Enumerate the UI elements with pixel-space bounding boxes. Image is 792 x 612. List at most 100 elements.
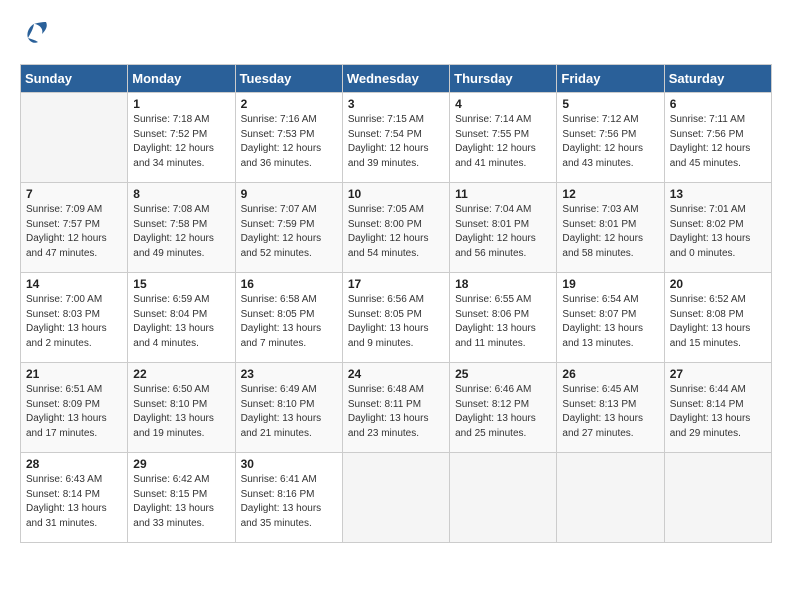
day-info: Sunrise: 6:42 AM Sunset: 8:15 PM Dayligh… xyxy=(133,473,229,531)
calendar-cell xyxy=(342,453,449,543)
calendar-cell: 14 Sunrise: 7:00 AM Sunset: 8:03 PM Dayli… xyxy=(21,273,128,363)
day-number: 16 xyxy=(241,277,337,291)
day-info: Sunrise: 6:44 AM Sunset: 8:14 PM Dayligh… xyxy=(670,383,766,441)
day-number: 22 xyxy=(133,367,229,381)
day-info: Sunrise: 6:52 AM Sunset: 8:08 PM Dayligh… xyxy=(670,293,766,351)
day-number: 12 xyxy=(562,187,658,201)
page-header xyxy=(20,20,772,48)
day-number: 28 xyxy=(26,457,122,471)
day-number: 19 xyxy=(562,277,658,291)
calendar-cell: 26Sunrise: 6:45 AM Sunset: 8:13 PM Dayli… xyxy=(557,363,664,453)
day-number: 21 xyxy=(26,367,122,381)
day-number: 6 xyxy=(670,97,766,111)
day-info: Sunrise: 6:49 AM Sunset: 8:10 PM Dayligh… xyxy=(241,383,337,441)
day-number: 10 xyxy=(348,187,444,201)
calendar-cell: 10 Sunrise: 7:05 AM Sunset: 8:00 PM Dayli… xyxy=(342,183,449,273)
calendar-cell: 12 Sunrise: 7:03 AM Sunset: 8:01 PM Dayli… xyxy=(557,183,664,273)
day-info: Sunrise: 7:14 AM Sunset: 7:55 PM Dayligh… xyxy=(455,113,551,171)
calendar-cell: 7 Sunrise: 7:09 AM Sunset: 7:57 PM Daylig… xyxy=(21,183,128,273)
day-number: 29 xyxy=(133,457,229,471)
day-number: 11 xyxy=(455,187,551,201)
day-number: 4 xyxy=(455,97,551,111)
calendar-cell: 30 Sunrise: 6:41 AM Sunset: 8:16 PM Dayli… xyxy=(235,453,342,543)
day-info: Sunrise: 6:50 AM Sunset: 8:10 PM Dayligh… xyxy=(133,383,229,441)
day-number: 23 xyxy=(241,367,337,381)
day-info: Sunrise: 7:00 AM Sunset: 8:03 PM Dayligh… xyxy=(26,293,122,351)
day-info: Sunrise: 6:59 AM Sunset: 8:04 PM Dayligh… xyxy=(133,293,229,351)
day-number: 25 xyxy=(455,367,551,381)
day-number: 27 xyxy=(670,367,766,381)
day-number: 14 xyxy=(26,277,122,291)
day-info: Sunrise: 6:51 AM Sunset: 8:09 PM Dayligh… xyxy=(26,383,122,441)
calendar-cell: 17 Sunrise: 6:56 AM Sunset: 8:05 PM Dayli… xyxy=(342,273,449,363)
day-number: 20 xyxy=(670,277,766,291)
calendar-cell: 8 Sunrise: 7:08 AM Sunset: 7:58 PM Daylig… xyxy=(128,183,235,273)
day-info: Sunrise: 7:15 AM Sunset: 7:54 PM Dayligh… xyxy=(348,113,444,171)
day-number: 15 xyxy=(133,277,229,291)
day-number: 24 xyxy=(348,367,444,381)
day-info: Sunrise: 7:03 AM Sunset: 8:01 PM Dayligh… xyxy=(562,203,658,261)
calendar-cell: 6 Sunrise: 7:11 AM Sunset: 7:56 PM Daylig… xyxy=(664,93,771,183)
day-info: Sunrise: 6:46 AM Sunset: 8:12 PM Dayligh… xyxy=(455,383,551,441)
day-info: Sunrise: 7:11 AM Sunset: 7:56 PM Dayligh… xyxy=(670,113,766,171)
calendar-cell: 4 Sunrise: 7:14 AM Sunset: 7:55 PM Daylig… xyxy=(450,93,557,183)
col-header-thursday: Thursday xyxy=(450,65,557,93)
day-info: Sunrise: 6:55 AM Sunset: 8:06 PM Dayligh… xyxy=(455,293,551,351)
day-number: 5 xyxy=(562,97,658,111)
day-number: 30 xyxy=(241,457,337,471)
day-info: Sunrise: 7:12 AM Sunset: 7:56 PM Dayligh… xyxy=(562,113,658,171)
day-info: Sunrise: 6:43 AM Sunset: 8:14 PM Dayligh… xyxy=(26,473,122,531)
col-header-tuesday: Tuesday xyxy=(235,65,342,93)
day-number: 13 xyxy=(670,187,766,201)
calendar-cell: 29 Sunrise: 6:42 AM Sunset: 8:15 PM Dayli… xyxy=(128,453,235,543)
logo-icon xyxy=(20,20,48,48)
col-header-wednesday: Wednesday xyxy=(342,65,449,93)
calendar-cell: 21 Sunrise: 6:51 AM Sunset: 8:09 PM Dayli… xyxy=(21,363,128,453)
calendar-cell xyxy=(664,453,771,543)
day-number: 1 xyxy=(133,97,229,111)
calendar-cell: 22 Sunrise: 6:50 AM Sunset: 8:10 PM Dayli… xyxy=(128,363,235,453)
calendar-cell xyxy=(21,93,128,183)
day-number: 7 xyxy=(26,187,122,201)
calendar-cell xyxy=(450,453,557,543)
day-info: Sunrise: 7:09 AM Sunset: 7:57 PM Dayligh… xyxy=(26,203,122,261)
calendar-cell: 19 Sunrise: 6:54 AM Sunset: 8:07 PM Dayli… xyxy=(557,273,664,363)
calendar-cell: 2Sunrise: 7:16 AM Sunset: 7:53 PM Daylig… xyxy=(235,93,342,183)
calendar-cell: 13 Sunrise: 7:01 AM Sunset: 8:02 PM Dayli… xyxy=(664,183,771,273)
calendar-cell: 5 Sunrise: 7:12 AM Sunset: 7:56 PM Daylig… xyxy=(557,93,664,183)
col-header-friday: Friday xyxy=(557,65,664,93)
day-info: Sunrise: 7:04 AM Sunset: 8:01 PM Dayligh… xyxy=(455,203,551,261)
calendar-cell: 25 Sunrise: 6:46 AM Sunset: 8:12 PM Dayli… xyxy=(450,363,557,453)
day-number: 18 xyxy=(455,277,551,291)
calendar-cell: 23 Sunrise: 6:49 AM Sunset: 8:10 PM Dayli… xyxy=(235,363,342,453)
logo xyxy=(20,20,52,48)
calendar-cell: 11 Sunrise: 7:04 AM Sunset: 8:01 PM Dayli… xyxy=(450,183,557,273)
calendar-cell: 9Sunrise: 7:07 AM Sunset: 7:59 PM Daylig… xyxy=(235,183,342,273)
calendar-cell: 15 Sunrise: 6:59 AM Sunset: 8:04 PM Dayli… xyxy=(128,273,235,363)
day-info: Sunrise: 6:41 AM Sunset: 8:16 PM Dayligh… xyxy=(241,473,337,531)
day-info: Sunrise: 7:18 AM Sunset: 7:52 PM Dayligh… xyxy=(133,113,229,171)
col-header-monday: Monday xyxy=(128,65,235,93)
calendar-cell: 3 Sunrise: 7:15 AM Sunset: 7:54 PM Daylig… xyxy=(342,93,449,183)
day-info: Sunrise: 7:01 AM Sunset: 8:02 PM Dayligh… xyxy=(670,203,766,261)
day-info: Sunrise: 7:07 AM Sunset: 7:59 PM Dayligh… xyxy=(241,203,337,261)
day-info: Sunrise: 6:56 AM Sunset: 8:05 PM Dayligh… xyxy=(348,293,444,351)
calendar-cell: 18 Sunrise: 6:55 AM Sunset: 8:06 PM Dayli… xyxy=(450,273,557,363)
calendar-cell: 24 Sunrise: 6:48 AM Sunset: 8:11 PM Dayli… xyxy=(342,363,449,453)
calendar-cell: 27 Sunrise: 6:44 AM Sunset: 8:14 PM Dayli… xyxy=(664,363,771,453)
day-info: Sunrise: 6:54 AM Sunset: 8:07 PM Dayligh… xyxy=(562,293,658,351)
day-info: Sunrise: 7:05 AM Sunset: 8:00 PM Dayligh… xyxy=(348,203,444,261)
day-info: Sunrise: 6:48 AM Sunset: 8:11 PM Dayligh… xyxy=(348,383,444,441)
day-info: Sunrise: 7:08 AM Sunset: 7:58 PM Dayligh… xyxy=(133,203,229,261)
calendar-cell: 1 Sunrise: 7:18 AM Sunset: 7:52 PM Daylig… xyxy=(128,93,235,183)
day-number: 3 xyxy=(348,97,444,111)
calendar-cell: 20 Sunrise: 6:52 AM Sunset: 8:08 PM Dayli… xyxy=(664,273,771,363)
calendar-table: SundayMondayTuesdayWednesdayThursdayFrid… xyxy=(20,64,772,543)
calendar-cell: 16Sunrise: 6:58 AM Sunset: 8:05 PM Dayli… xyxy=(235,273,342,363)
calendar-cell: 28 Sunrise: 6:43 AM Sunset: 8:14 PM Dayli… xyxy=(21,453,128,543)
calendar-cell xyxy=(557,453,664,543)
day-number: 8 xyxy=(133,187,229,201)
col-header-sunday: Sunday xyxy=(21,65,128,93)
day-number: 17 xyxy=(348,277,444,291)
day-number: 2 xyxy=(241,97,337,111)
